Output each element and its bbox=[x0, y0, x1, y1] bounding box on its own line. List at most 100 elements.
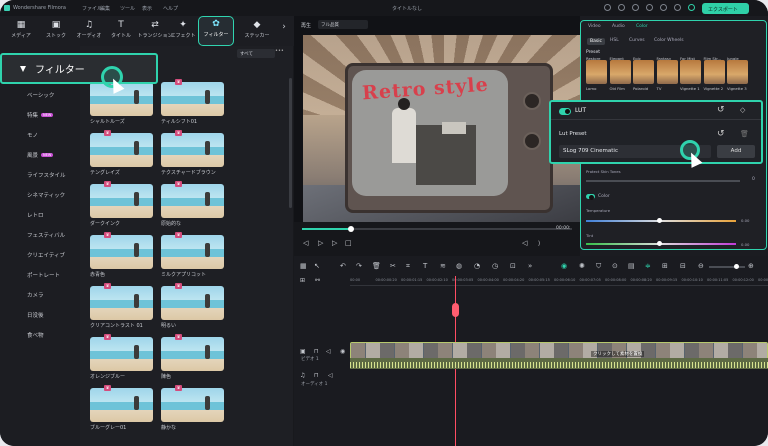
more-options-icon[interactable]: ••• bbox=[275, 48, 284, 54]
marker-icon[interactable]: ⊞ bbox=[662, 262, 668, 270]
audio-lock-icon[interactable]: ⊓ bbox=[314, 372, 319, 379]
tab-color-wheels[interactable]: Color Wheels bbox=[654, 38, 684, 43]
lut-add-button[interactable]: Add bbox=[717, 145, 755, 158]
filter-thumbnail[interactable] bbox=[90, 184, 153, 218]
category-featured[interactable]: 特集 NEW bbox=[27, 111, 54, 119]
tab-curves[interactable]: Curves bbox=[629, 38, 645, 43]
render-icon[interactable]: ◉ bbox=[561, 262, 567, 270]
play-pause-icon[interactable]: ▷ bbox=[318, 239, 323, 247]
timer-icon[interactable]: ◷ bbox=[492, 262, 498, 270]
filter-thumbnail[interactable] bbox=[161, 235, 224, 269]
filter-thumbnail[interactable] bbox=[90, 286, 153, 320]
category-creative[interactable]: クリエイティブ bbox=[27, 251, 65, 259]
audio-mix-icon[interactable]: ⊟ bbox=[680, 262, 686, 270]
color-preset-swatch[interactable] bbox=[656, 60, 678, 84]
filter-sort-dropdown[interactable]: すべて bbox=[237, 49, 275, 58]
redo-icon[interactable]: ↷ bbox=[356, 262, 362, 270]
prev-frame-icon[interactable]: ◁ bbox=[303, 239, 308, 247]
temperature-handle[interactable] bbox=[657, 218, 662, 223]
account-icon[interactable] bbox=[618, 4, 625, 11]
toolbar-more-chevron-icon[interactable]: › bbox=[276, 22, 292, 48]
notification-icon[interactable] bbox=[660, 4, 667, 11]
grid-scrollbar[interactable] bbox=[289, 78, 292, 208]
stop-icon[interactable]: □ bbox=[345, 239, 352, 247]
protect-skin-slider[interactable] bbox=[586, 180, 740, 182]
audio-mute-icon[interactable]: ◁ bbox=[328, 372, 333, 379]
text-icon[interactable]: T bbox=[423, 262, 427, 270]
lut-toggle[interactable] bbox=[559, 108, 571, 115]
track-visibility-icon[interactable]: ◉ bbox=[340, 348, 345, 355]
category-camera[interactable]: カメラ bbox=[27, 291, 44, 299]
zoom-out-icon[interactable]: ⊖ bbox=[698, 262, 704, 270]
category-basic[interactable]: ベーシック bbox=[27, 91, 54, 99]
color-toggle[interactable] bbox=[586, 194, 595, 200]
tab-video[interactable]: Video bbox=[588, 24, 601, 29]
category-cinematic[interactable]: シネマティック bbox=[27, 191, 65, 199]
delete-icon[interactable]: 🗑 bbox=[740, 130, 749, 138]
reset-icon[interactable]: ↺ bbox=[717, 105, 725, 115]
color-preset-swatch[interactable] bbox=[633, 60, 654, 84]
filter-thumbnail[interactable] bbox=[161, 82, 224, 116]
filter-thumbnail[interactable] bbox=[161, 286, 224, 320]
more-tools-icon[interactable]: » bbox=[528, 262, 532, 270]
category-landscape[interactable]: 風景 NEW bbox=[27, 151, 54, 159]
menu-tools[interactable]: ツール bbox=[120, 5, 135, 12]
color-wheel-icon[interactable]: ◍ bbox=[456, 262, 462, 270]
color-preset-swatch[interactable] bbox=[727, 60, 748, 84]
color-preset-swatch[interactable] bbox=[680, 60, 701, 84]
quality-dropdown[interactable]: フル品質 bbox=[318, 20, 368, 29]
sun-icon[interactable]: ✺ bbox=[579, 262, 585, 270]
tool-sticker[interactable]: ◆ ステッカー bbox=[238, 18, 276, 44]
zoom-in-icon[interactable]: ⊕ bbox=[748, 262, 754, 270]
filter-thumbnail[interactable] bbox=[90, 133, 153, 167]
keyframe-diamond-icon[interactable]: ◇ bbox=[740, 106, 745, 114]
tool-media[interactable]: ▦ メディア bbox=[2, 18, 40, 44]
download-icon[interactable] bbox=[632, 4, 639, 11]
menu-help[interactable]: ヘルプ bbox=[163, 5, 178, 12]
add-track-icon[interactable]: ⊞ bbox=[300, 277, 305, 284]
filter-thumbnail[interactable] bbox=[161, 133, 224, 167]
category-retro[interactable]: レトロ bbox=[27, 211, 44, 219]
delete-clip-icon[interactable]: 🗑 bbox=[372, 262, 381, 270]
filter-thumbnail[interactable] bbox=[161, 388, 224, 422]
category-lifestyle[interactable]: ライフスタイル bbox=[27, 171, 66, 179]
filter-thumbnail[interactable] bbox=[161, 337, 224, 371]
menu-view[interactable]: 表示 bbox=[142, 5, 152, 12]
time-ruler[interactable]: 00:00 00:00:00:20 00:00:01:15 00:00:02:10 00… bbox=[350, 274, 768, 286]
undo-icon[interactable]: ↶ bbox=[340, 262, 346, 270]
snap-icon[interactable]: ≑ bbox=[645, 262, 651, 270]
tool-title[interactable]: T タイトル bbox=[102, 18, 140, 44]
export-button[interactable]: エクスポート bbox=[702, 3, 749, 14]
select-tool-icon[interactable]: ↖ bbox=[314, 262, 320, 270]
progress-handle[interactable] bbox=[348, 226, 354, 232]
mark-in-icon[interactable]: ◁ bbox=[522, 239, 527, 247]
play-icon[interactable]: ▷ bbox=[332, 239, 337, 247]
zoom-slider[interactable] bbox=[709, 266, 745, 268]
crop-icon[interactable]: ⌗ bbox=[406, 262, 410, 271]
mark-out-icon[interactable]: ⟩ bbox=[538, 240, 540, 247]
menu-file[interactable]: ファイル bbox=[82, 5, 102, 12]
category-food[interactable]: 食べ物 bbox=[27, 331, 44, 339]
filter-thumbnail[interactable] bbox=[90, 235, 153, 269]
speed-icon[interactable]: ◔ bbox=[474, 262, 480, 270]
filter-thumbnail[interactable] bbox=[161, 184, 224, 218]
category-portrait[interactable]: ポートレート bbox=[27, 271, 60, 279]
split-icon[interactable]: ✂ bbox=[390, 262, 396, 270]
filter-thumbnail[interactable] bbox=[90, 337, 153, 371]
track-mute-icon[interactable]: ◁ bbox=[326, 348, 331, 355]
track-lock-icon[interactable]: ⊓ bbox=[314, 348, 319, 355]
color-preset-swatch[interactable] bbox=[703, 60, 725, 84]
mic-icon[interactable]: ⊙ bbox=[612, 262, 618, 270]
playhead-handle[interactable] bbox=[452, 303, 459, 317]
tab-hsl[interactable]: HSL bbox=[610, 38, 619, 43]
color-preset-swatch[interactable] bbox=[609, 60, 631, 84]
tab-color[interactable]: Color bbox=[636, 24, 648, 29]
zoom-handle[interactable] bbox=[734, 264, 739, 269]
gift-icon[interactable] bbox=[674, 4, 681, 11]
clip-icon[interactable]: ▤ bbox=[628, 262, 635, 270]
lut-reset-icon[interactable]: ↺ bbox=[717, 129, 725, 139]
filter-thumbnail[interactable] bbox=[90, 388, 153, 422]
tab-audio[interactable]: Audio bbox=[612, 24, 625, 29]
upgrade-icon[interactable] bbox=[688, 4, 695, 11]
tab-basic[interactable]: Basic bbox=[587, 38, 605, 45]
